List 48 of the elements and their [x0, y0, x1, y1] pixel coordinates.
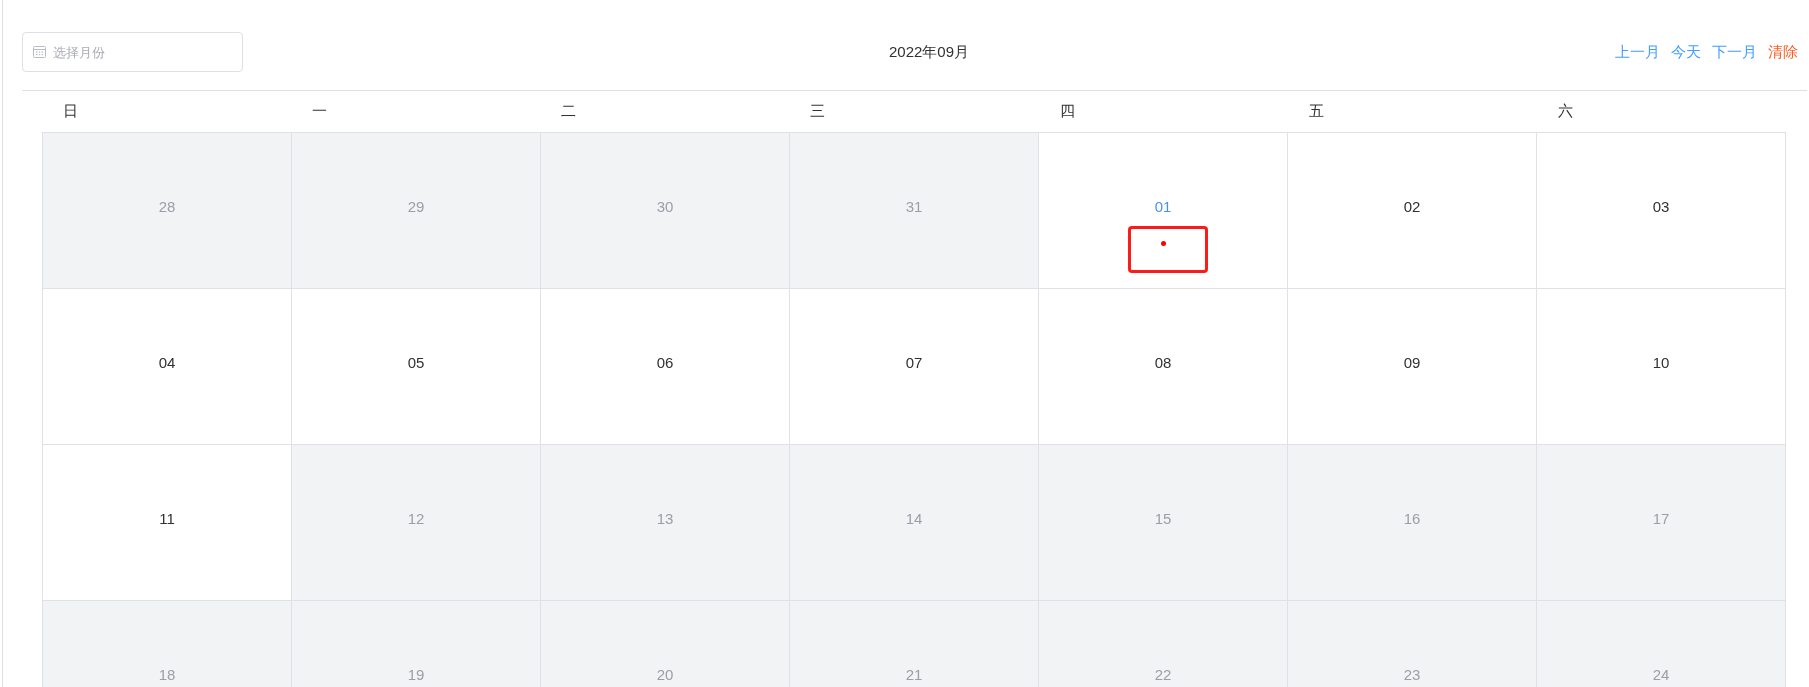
day-number: 19 [407, 667, 425, 683]
day-number: 01 [1154, 199, 1172, 215]
day-number: 10 [1652, 355, 1670, 371]
day-cell[interactable]: 02 [1288, 133, 1537, 289]
day-number: 20 [656, 667, 674, 683]
day-cell[interactable]: 04 [43, 289, 292, 445]
weekday-label: 四 [1059, 102, 1075, 119]
weekday-label: 六 [1557, 102, 1573, 119]
day-cell[interactable]: 03 [1537, 133, 1786, 289]
day-cell[interactable]: 08 [1039, 289, 1288, 445]
day-cell[interactable]: 09 [1288, 289, 1537, 445]
day-number: 31 [905, 199, 923, 215]
day-number: 18 [158, 667, 176, 683]
day-number: 12 [407, 511, 425, 527]
day-number: 04 [158, 355, 176, 371]
day-number: 15 [1154, 511, 1172, 527]
day-cell[interactable]: 07 [790, 289, 1039, 445]
month-picker-field[interactable]: 选择月份 [22, 32, 243, 72]
weekday-label: 一 [312, 102, 328, 119]
day-number: 06 [656, 355, 674, 371]
day-number: 22 [1154, 667, 1172, 683]
weekday-label: 二 [561, 102, 577, 119]
day-number: 08 [1154, 355, 1172, 371]
weekday-label: 三 [810, 102, 826, 119]
day-number: 29 [407, 199, 425, 215]
day-cell[interactable]: 11 [43, 445, 292, 601]
day-number: 14 [905, 511, 923, 527]
weekday-label: 日 [63, 102, 78, 119]
calendar-icon [33, 45, 46, 58]
day-cell[interactable]: 06 [541, 289, 790, 445]
day-number: 16 [1403, 511, 1421, 527]
day-cell[interactable]: 05 [292, 289, 541, 445]
weekday-label: 五 [1308, 102, 1324, 119]
day-number: 05 [407, 355, 425, 371]
day-number: 07 [905, 355, 923, 371]
day-number: 11 [159, 511, 175, 527]
day-number: 17 [1652, 511, 1670, 527]
month-title: 2022年09月 [888, 42, 970, 62]
day-number: 23 [1403, 667, 1421, 683]
day-number: 21 [905, 667, 923, 683]
day-number: 24 [1652, 667, 1670, 683]
day-number: 02 [1403, 199, 1421, 215]
day-number: 03 [1652, 199, 1670, 215]
day-cell[interactable]: 10 [1537, 289, 1786, 445]
day-number: 30 [656, 199, 674, 215]
day-number: 09 [1403, 355, 1421, 371]
day-number: 28 [158, 199, 176, 215]
day-number: 13 [656, 511, 674, 527]
